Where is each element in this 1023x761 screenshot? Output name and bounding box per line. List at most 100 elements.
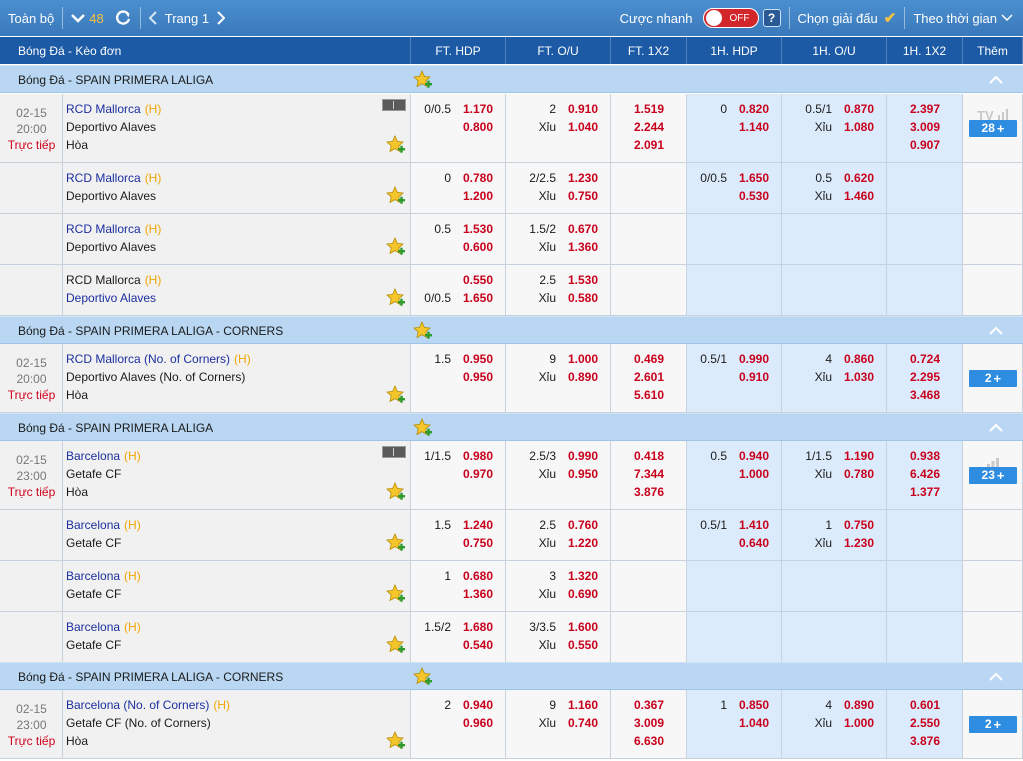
away-odds[interactable]: 0.750 — [463, 536, 493, 550]
under-odds[interactable]: 0.690 — [568, 587, 598, 601]
over-odds[interactable]: 1.160 — [568, 698, 598, 712]
away-odds[interactable]: 0.950 — [463, 370, 493, 384]
under-odds[interactable]: 0.950 — [568, 467, 598, 481]
add-favorite-star-icon[interactable] — [386, 482, 406, 505]
away-odds[interactable]: 1.000 — [739, 467, 769, 481]
home-odds[interactable]: 0.950 — [463, 352, 493, 366]
add-favorite-star-icon[interactable] — [386, 186, 406, 209]
under-odds[interactable]: 0.580 — [568, 291, 598, 305]
under-odds[interactable]: 1.030 — [844, 370, 874, 384]
add-favorite-star-icon[interactable] — [386, 385, 406, 408]
over-odds[interactable]: 1.230 — [568, 171, 598, 185]
add-favorite-star-icon[interactable] — [413, 321, 433, 344]
home-win-odds[interactable]: 0.418 — [611, 449, 687, 463]
draw-odds[interactable]: 5.610 — [611, 388, 687, 402]
choose-league-button[interactable]: Chọn giải đấu ✔ — [790, 0, 905, 36]
add-favorite-star-icon[interactable] — [386, 237, 406, 260]
away-odds[interactable]: 0.530 — [739, 189, 769, 203]
home-odds[interactable]: 0.940 — [463, 698, 493, 712]
away-win-odds[interactable]: 3.009 — [611, 716, 687, 730]
home-odds[interactable]: 0.940 — [739, 449, 769, 463]
away-win-odds[interactable]: 7.344 — [611, 467, 687, 481]
home-win-odds[interactable]: 0.601 — [887, 698, 963, 712]
away-odds[interactable]: 1.650 — [463, 291, 493, 305]
under-odds[interactable]: 1.460 — [844, 189, 874, 203]
all-filter-button[interactable]: Toàn bộ — [0, 0, 62, 36]
over-odds[interactable]: 0.870 — [844, 102, 874, 116]
over-odds[interactable]: 1.190 — [844, 449, 874, 463]
away-win-odds[interactable]: 2.295 — [887, 370, 963, 384]
over-odds[interactable]: 0.620 — [844, 171, 874, 185]
under-odds[interactable]: 0.750 — [568, 189, 598, 203]
collapse-chevron-up-icon[interactable] — [989, 322, 1003, 338]
add-favorite-star-icon[interactable] — [413, 667, 433, 690]
home-odds[interactable]: 0.980 — [463, 449, 493, 463]
under-odds[interactable]: 1.230 — [844, 536, 874, 550]
add-favorite-star-icon[interactable] — [386, 635, 406, 658]
away-odds[interactable]: 0.970 — [463, 467, 493, 481]
away-win-odds[interactable]: 3.009 — [887, 120, 963, 134]
home-odds[interactable]: 0.680 — [463, 569, 493, 583]
under-odds[interactable]: 1.040 — [568, 120, 598, 134]
home-win-odds[interactable]: 0.469 — [611, 352, 687, 366]
collapse-chevron-up-icon[interactable] — [989, 71, 1003, 87]
over-odds[interactable]: 1.600 — [568, 620, 598, 634]
over-odds[interactable]: 0.990 — [568, 449, 598, 463]
away-odds[interactable]: 1.200 — [463, 189, 493, 203]
more-bets-button[interactable]: 2 + — [969, 369, 1017, 387]
draw-odds[interactable]: 3.468 — [887, 388, 963, 402]
home-win-odds[interactable]: 0.938 — [887, 449, 963, 463]
over-odds[interactable]: 0.670 — [568, 222, 598, 236]
live-pitch-icon[interactable] — [382, 99, 406, 111]
under-odds[interactable]: 0.550 — [568, 638, 598, 652]
over-odds[interactable]: 0.760 — [568, 518, 598, 532]
add-favorite-star-icon[interactable] — [386, 135, 406, 158]
collapse-all-button[interactable]: 48 — [63, 0, 111, 36]
draw-odds[interactable]: 3.876 — [611, 485, 687, 499]
add-favorite-star-icon[interactable] — [386, 731, 406, 754]
home-odds[interactable]: 1.680 — [463, 620, 493, 634]
away-win-odds[interactable]: 2.244 — [611, 120, 687, 134]
under-odds[interactable]: 0.780 — [844, 467, 874, 481]
draw-odds[interactable]: 3.876 — [887, 734, 963, 748]
over-odds[interactable]: 0.860 — [844, 352, 874, 366]
away-odds[interactable]: 0.960 — [463, 716, 493, 730]
under-odds[interactable]: 1.220 — [568, 536, 598, 550]
home-win-odds[interactable]: 2.397 — [887, 102, 963, 116]
refresh-button[interactable] — [112, 0, 140, 36]
away-odds[interactable]: 1.040 — [739, 716, 769, 730]
home-odds[interactable]: 1.530 — [463, 222, 493, 236]
home-odds[interactable]: 1.410 — [739, 518, 769, 532]
prev-page-button[interactable] — [141, 0, 161, 36]
home-odds[interactable]: 0.550 — [463, 273, 493, 287]
over-odds[interactable]: 0.890 — [844, 698, 874, 712]
under-odds[interactable]: 1.000 — [844, 716, 874, 730]
over-odds[interactable]: 1.320 — [568, 569, 598, 583]
live-pitch-icon[interactable] — [382, 446, 406, 458]
under-odds[interactable]: 1.080 — [844, 120, 874, 134]
home-odds[interactable]: 0.820 — [739, 102, 769, 116]
over-odds[interactable]: 0.750 — [844, 518, 874, 532]
home-odds[interactable]: 0.850 — [739, 698, 769, 712]
more-bets-button[interactable]: 2 + — [969, 715, 1017, 733]
home-win-odds[interactable]: 0.724 — [887, 352, 963, 366]
away-win-odds[interactable]: 2.550 — [887, 716, 963, 730]
next-page-button[interactable] — [213, 0, 233, 36]
quick-bet-toggle[interactable]: OFF — [702, 8, 759, 28]
add-favorite-star-icon[interactable] — [413, 418, 433, 441]
away-odds[interactable]: 1.140 — [739, 120, 769, 134]
away-win-odds[interactable]: 6.426 — [887, 467, 963, 481]
home-odds[interactable]: 1.650 — [739, 171, 769, 185]
away-odds[interactable]: 0.910 — [739, 370, 769, 384]
away-win-odds[interactable]: 2.601 — [611, 370, 687, 384]
home-odds[interactable]: 0.780 — [463, 171, 493, 185]
under-odds[interactable]: 0.740 — [568, 716, 598, 730]
away-odds[interactable]: 0.640 — [739, 536, 769, 550]
collapse-chevron-up-icon[interactable] — [989, 419, 1003, 435]
more-bets-button[interactable]: 28 + — [969, 119, 1017, 137]
draw-odds[interactable]: 2.091 — [611, 138, 687, 152]
add-favorite-star-icon[interactable] — [386, 533, 406, 556]
add-favorite-star-icon[interactable] — [386, 288, 406, 311]
home-odds[interactable]: 1.170 — [463, 102, 493, 116]
add-favorite-star-icon[interactable] — [386, 584, 406, 607]
